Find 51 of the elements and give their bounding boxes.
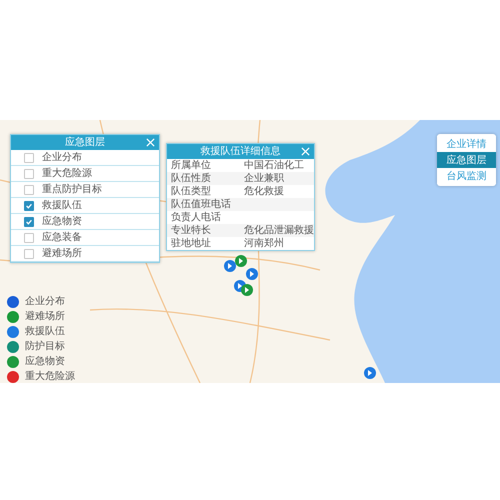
layer-item[interactable]: 企业分布 xyxy=(11,150,159,166)
close-icon xyxy=(146,138,155,147)
field-value: 企业兼职 xyxy=(243,172,285,184)
close-button[interactable] xyxy=(146,138,155,147)
map-pin-icon[interactable] xyxy=(235,255,247,267)
field-label: 队伍性质 xyxy=(170,172,212,184)
legend-label: 救援队伍 xyxy=(25,326,65,338)
legend-label: 防护目标 xyxy=(25,341,65,353)
layer-item[interactable]: 重点防护目标 xyxy=(11,182,159,198)
layer-label: 救援队伍 xyxy=(42,200,82,212)
side-tab[interactable]: 应急图层 xyxy=(437,152,496,168)
close-icon xyxy=(301,147,310,156)
map-pin-icon[interactable] xyxy=(364,367,376,379)
map-pin-icon[interactable] xyxy=(246,268,258,280)
checkbox[interactable] xyxy=(24,152,34,162)
layer-item[interactable]: 救援队伍 xyxy=(11,198,159,214)
layer-label: 应急物资 xyxy=(42,216,82,228)
layer-item[interactable]: 重大危险源 xyxy=(11,166,159,182)
legend-label: 应急物资 xyxy=(25,356,65,368)
checkbox[interactable] xyxy=(24,248,34,258)
map-pin-icon[interactable] xyxy=(224,260,236,272)
map-pin-icon[interactable] xyxy=(241,284,253,296)
layer-label: 应急装备 xyxy=(42,232,82,244)
layer-item[interactable]: 应急装备 xyxy=(11,230,159,246)
legend-label: 重大危险源 xyxy=(25,371,75,383)
field-label: 负责人电话 xyxy=(170,212,222,224)
field-label: 队伍类型 xyxy=(170,186,212,198)
checkbox[interactable] xyxy=(24,200,34,210)
layer-label: 重点防护目标 xyxy=(42,184,102,196)
layer-label: 企业分布 xyxy=(42,152,82,164)
field-value: 危化品泄漏救援 xyxy=(243,224,314,236)
field-value: 中国石油化工 xyxy=(243,160,305,172)
panel-title: 应急图层 xyxy=(65,136,105,148)
layer-label: 避难场所 xyxy=(42,248,82,260)
field-value: 河南郑州 xyxy=(243,238,285,250)
layer-label: 重大危险源 xyxy=(42,168,92,180)
checkbox[interactable] xyxy=(24,168,34,178)
field-label: 专业特长 xyxy=(170,224,212,236)
legend-label: 企业分布 xyxy=(25,296,65,308)
layer-item[interactable]: 应急物资 xyxy=(11,214,159,230)
checkbox[interactable] xyxy=(24,216,34,226)
field-value: 危化救援 xyxy=(243,186,285,198)
checkbox[interactable] xyxy=(24,184,34,194)
layer-item[interactable]: 避难场所 xyxy=(11,246,159,262)
field-label: 队伍值班电话 xyxy=(170,198,232,210)
legend-label: 避难场所 xyxy=(25,311,65,323)
checkbox[interactable] xyxy=(24,232,34,242)
field-label: 所属单位 xyxy=(170,160,212,172)
panel-title: 救援队伍详细信息 xyxy=(200,146,280,158)
close-button[interactable] xyxy=(301,147,310,156)
field-label: 驻地地址 xyxy=(170,238,212,250)
